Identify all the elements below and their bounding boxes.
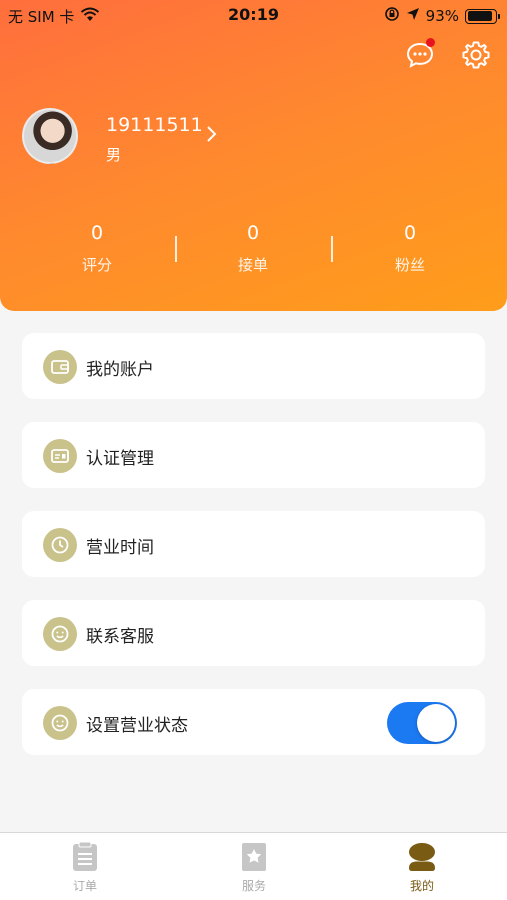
wallet-icon	[43, 350, 77, 384]
stat-value: 0	[403, 222, 417, 244]
menu-label: 营业时间	[86, 538, 154, 558]
stat-label: 接单	[237, 256, 268, 274]
menu-label: 设置营业状态	[86, 716, 188, 736]
smiley-support-icon	[43, 617, 77, 651]
menu-label: 认证管理	[86, 449, 154, 469]
menu-item-contact-support[interactable]: 联系客服	[22, 600, 485, 666]
stat-orders[interactable]: 0 接单	[193, 222, 313, 275]
username: 19111511	[106, 114, 203, 136]
gender-label: 男	[106, 146, 122, 164]
toggle-knob	[417, 704, 455, 742]
tab-mine[interactable]: 我的	[372, 841, 472, 894]
star-bookmark-icon	[238, 841, 270, 873]
orientation-lock-icon	[384, 6, 400, 26]
stat-label: 粉丝	[394, 256, 425, 274]
gear-icon[interactable]	[461, 40, 491, 70]
chevron-right-icon[interactable]	[202, 122, 222, 146]
location-arrow-icon	[406, 7, 420, 25]
business-status-toggle[interactable]	[387, 702, 457, 744]
unread-badge	[426, 38, 435, 47]
order-list-icon	[69, 841, 101, 873]
menu-item-business-hours[interactable]: 营业时间	[22, 511, 485, 577]
tab-orders[interactable]: 订单	[35, 841, 135, 894]
tab-label: 我的	[409, 879, 434, 893]
clock-icon	[43, 528, 77, 562]
stat-label: 评分	[81, 256, 112, 274]
menu-label: 我的账户	[86, 360, 154, 380]
menu-label: 联系客服	[86, 627, 154, 647]
id-card-icon	[43, 439, 77, 473]
battery-percent: 93%	[425, 7, 459, 25]
stat-value: 0	[246, 222, 260, 244]
stat-divider	[331, 236, 333, 262]
stat-value: 0	[90, 222, 104, 244]
menu-item-business-status: 设置营业状态	[22, 689, 485, 755]
menu-item-certification[interactable]: 认证管理	[22, 422, 485, 488]
profile-header: 无 SIM 卡 20:19 93% 19111511 男 0 评分 0 接单 0…	[0, 0, 507, 311]
bottom-tab-bar: 订单 服务 我的	[0, 832, 507, 900]
message-bubble-icon[interactable]	[405, 38, 435, 70]
user-profile-icon	[406, 841, 438, 873]
profile-summary[interactable]: 19111511 男	[22, 108, 492, 164]
tab-services[interactable]: 服务	[204, 841, 304, 894]
battery-icon	[465, 8, 500, 24]
stat-fans[interactable]: 0 粉丝	[350, 222, 470, 275]
smiley-status-icon	[43, 706, 77, 740]
status-bar: 无 SIM 卡 20:19 93%	[0, 0, 507, 32]
menu-item-my-account[interactable]: 我的账户	[22, 333, 485, 399]
tab-label: 服务	[241, 879, 266, 893]
stat-rating[interactable]: 0 评分	[37, 222, 157, 275]
stat-divider	[175, 236, 177, 262]
avatar[interactable]	[22, 108, 78, 164]
tab-label: 订单	[72, 879, 97, 893]
stats-row: 0 评分 0 接单 0 粉丝	[0, 222, 507, 282]
